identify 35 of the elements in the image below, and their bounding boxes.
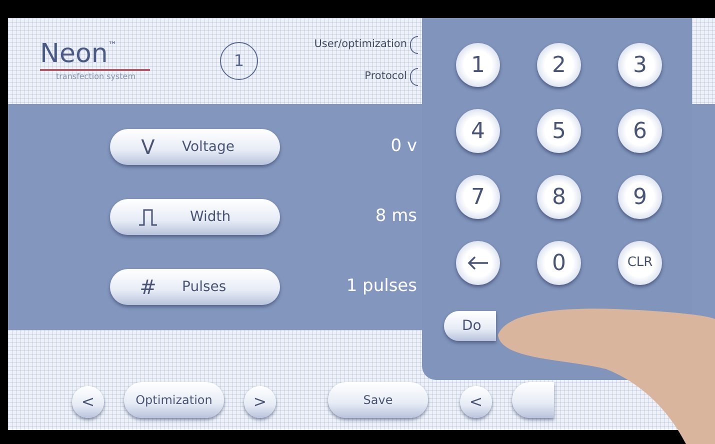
mode-label: Protocol	[364, 69, 407, 84]
next-button[interactable]: >	[244, 386, 276, 418]
backspace-key[interactable]	[456, 241, 500, 285]
digit-key[interactable]: 1	[456, 43, 500, 87]
mode-radio[interactable]	[410, 68, 418, 86]
digit-key[interactable]: 0	[537, 241, 581, 285]
done-button[interactable]: Do	[444, 311, 496, 341]
mode-label: User/optimization	[314, 37, 407, 52]
mode-button[interactable]: Optimization	[124, 382, 224, 418]
digit-key[interactable]: 9	[618, 175, 662, 219]
clear-key[interactable]: CLR	[618, 241, 662, 285]
tagline-text: transfection system	[55, 70, 136, 82]
parameter-button[interactable]: V Voltage	[110, 129, 280, 165]
digit-key[interactable]: 2	[537, 43, 581, 87]
pulse-icon	[138, 208, 158, 226]
parameter-value: 8 ms	[375, 205, 417, 228]
mode-radio[interactable]	[410, 36, 418, 54]
digit-key[interactable]: 5	[537, 109, 581, 153]
save-button[interactable]: Save	[328, 382, 428, 418]
parameter-symbol: #	[138, 274, 158, 301]
left-arrow-icon	[466, 255, 490, 271]
parameter-symbol: V	[140, 134, 156, 161]
digit-key[interactable]: 6	[618, 109, 662, 153]
parameter-button[interactable]: Width	[110, 199, 280, 235]
previous-button[interactable]: <	[72, 386, 104, 418]
parameter-value: 1 pulses	[346, 275, 417, 298]
previous-button[interactable]: <	[460, 386, 492, 418]
logo-text: Neon	[40, 40, 108, 68]
parameter-value: 0 v	[390, 135, 417, 158]
parameter-button[interactable]: # Pulses	[110, 269, 280, 305]
digit-key[interactable]: 4	[456, 109, 500, 153]
trademark-sign: ™	[108, 40, 117, 52]
digit-key[interactable]: 7	[456, 175, 500, 219]
digit-key[interactable]: 3	[618, 43, 662, 87]
digit-key[interactable]: 8	[537, 175, 581, 219]
